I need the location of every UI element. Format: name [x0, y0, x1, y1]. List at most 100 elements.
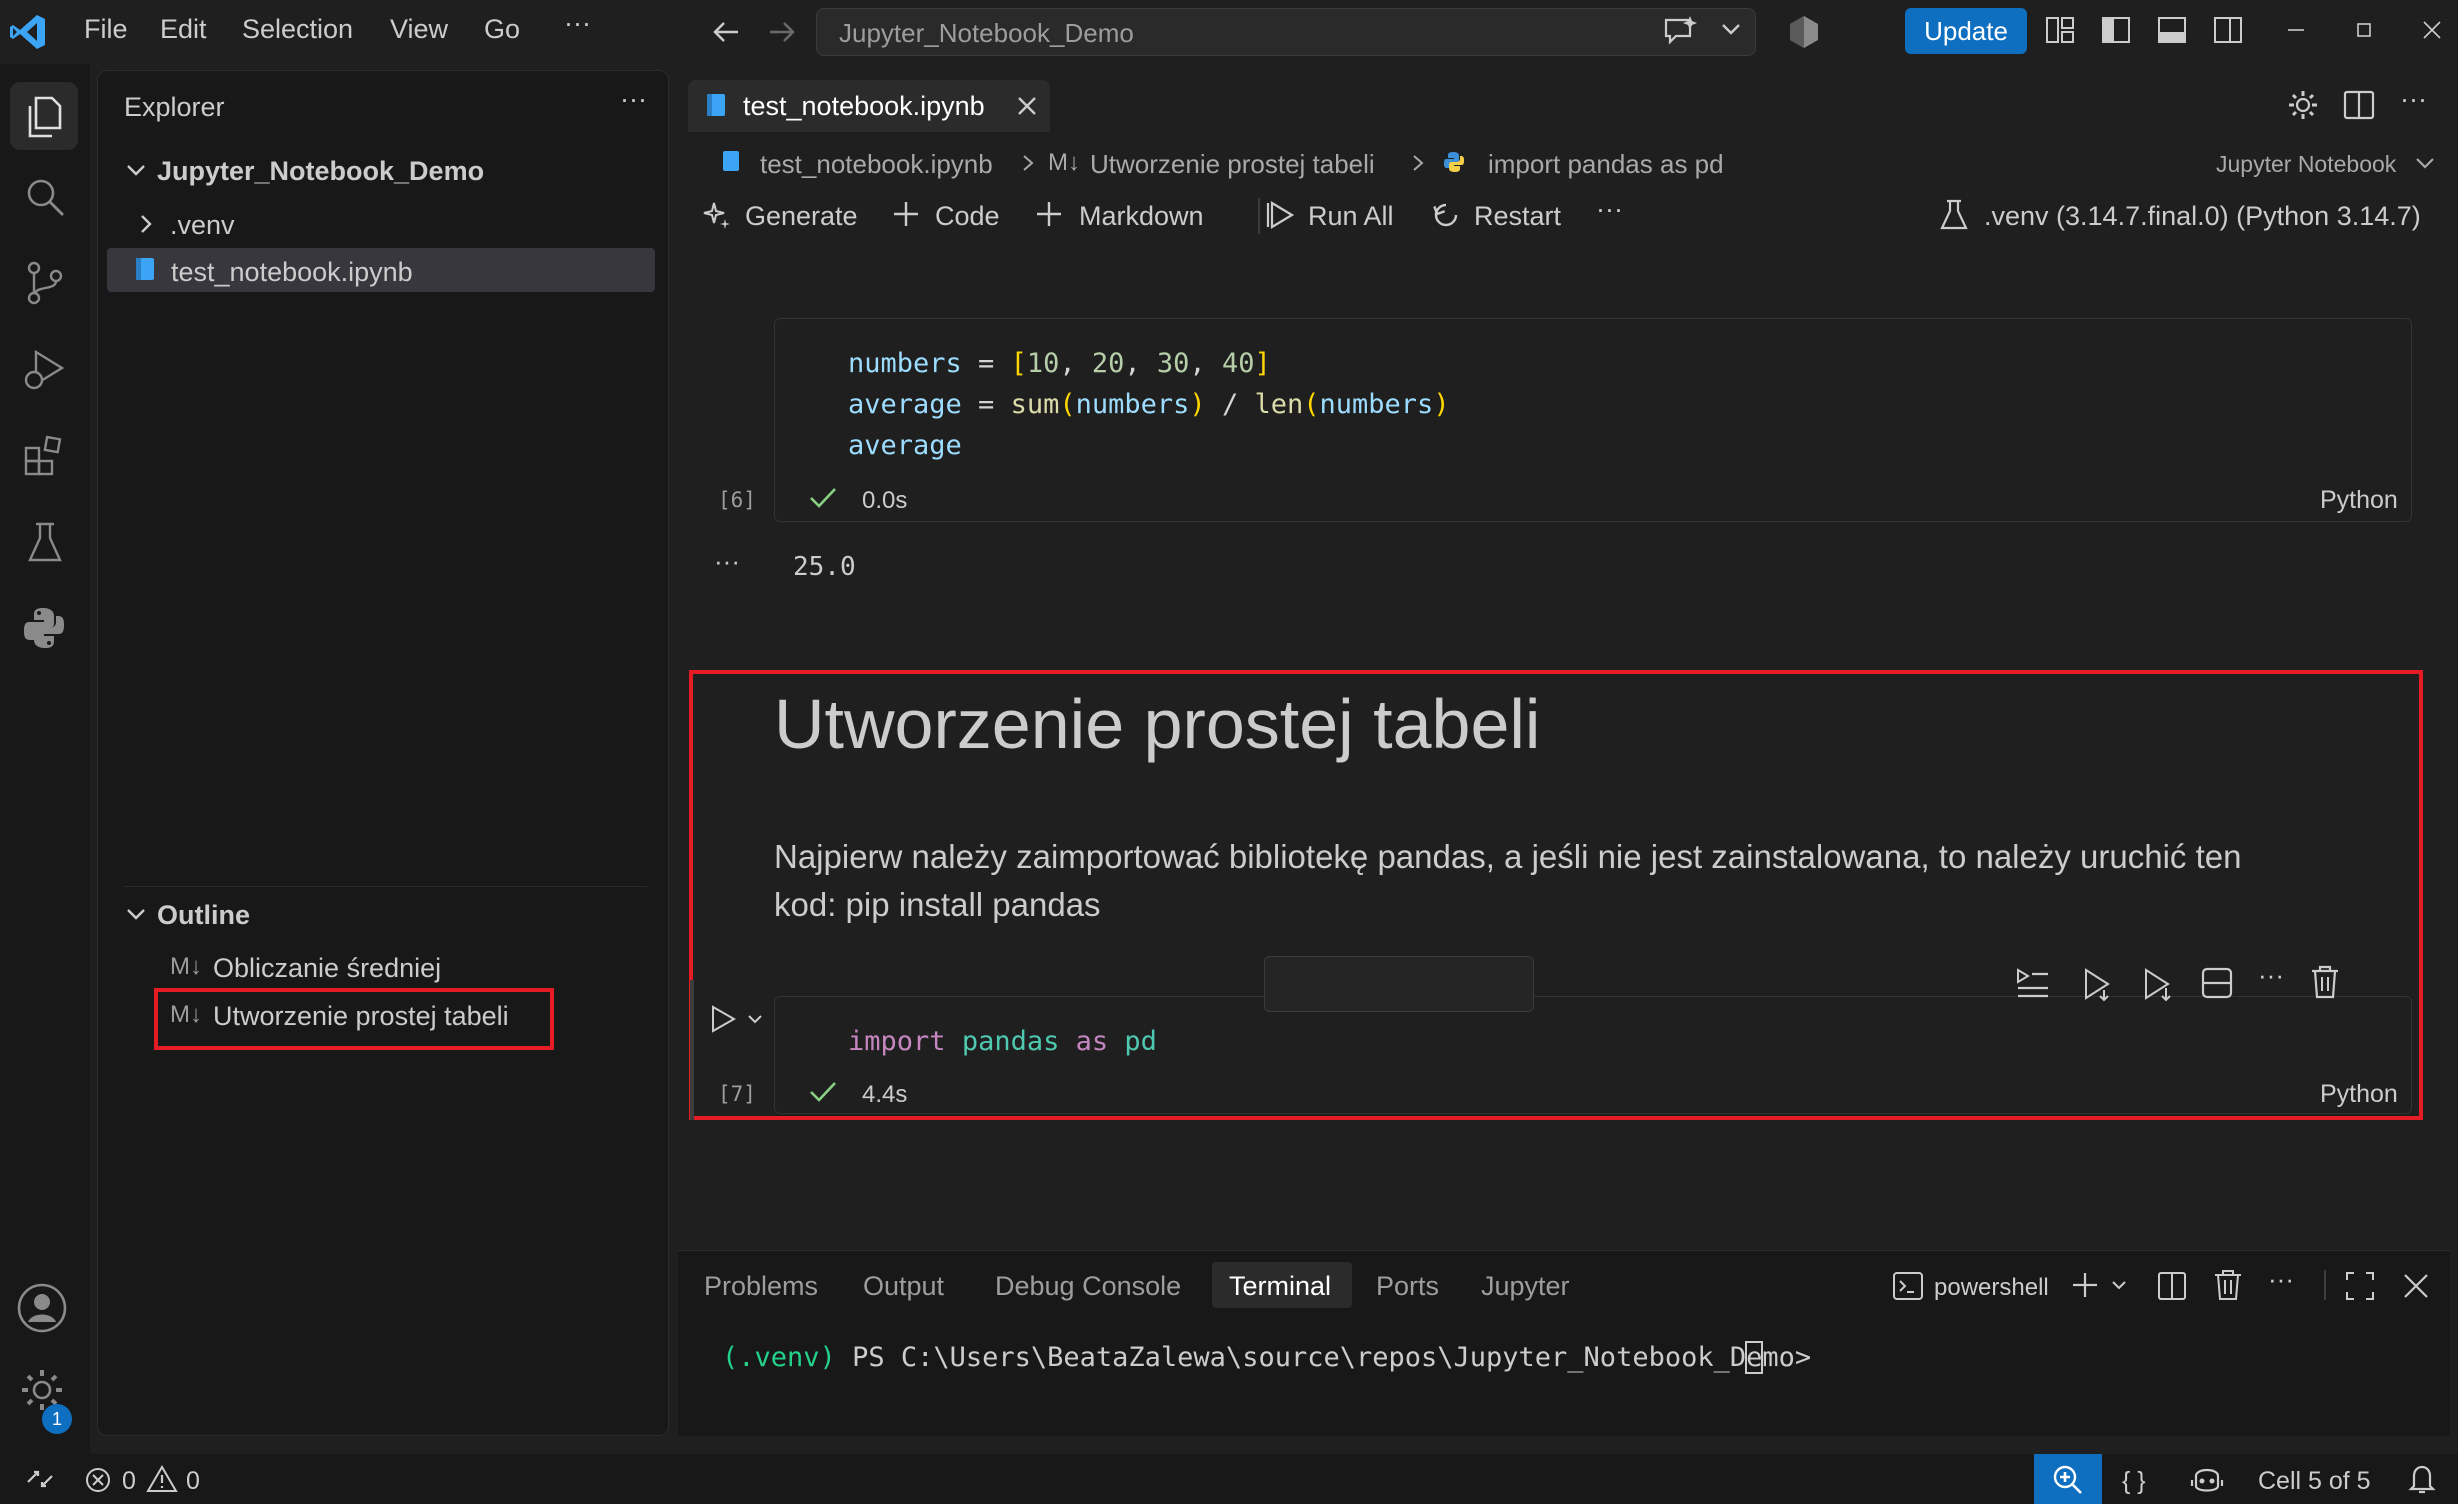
execute-above-icon[interactable]: [2014, 964, 2052, 1002]
workspace-folder-name[interactable]: Jupyter_Notebook_Demo: [157, 156, 484, 187]
menu-selection[interactable]: Selection: [242, 14, 353, 45]
terminal-prompt-start: PS C:\Users\BeataZalewa\source\repos\Jup…: [852, 1342, 1747, 1373]
run-options-chevron-down-icon[interactable]: [746, 1010, 764, 1028]
source-control-icon[interactable]: [24, 260, 66, 306]
command-center-search[interactable]: Jupyter_Notebook_Demo: [816, 8, 1756, 56]
chevron-down-icon[interactable]: [1720, 18, 1742, 40]
breadcrumb-python-icon: [1442, 150, 1466, 174]
delete-cell-trash-icon[interactable]: [2308, 964, 2342, 1000]
split-cell-icon[interactable]: [2200, 966, 2234, 1000]
zoom-status-button[interactable]: [2034, 1454, 2102, 1504]
files-icon: [26, 96, 64, 138]
toggle-panel-icon[interactable]: [2156, 14, 2188, 46]
minimize-icon[interactable]: [2284, 18, 2308, 42]
close-panel-icon[interactable]: [2400, 1270, 2432, 1302]
maximize-panel-icon[interactable]: [2344, 1270, 2376, 1302]
add-markdown-cell-button[interactable]: Markdown: [1079, 201, 1204, 232]
account-icon[interactable]: [16, 1282, 68, 1334]
cell-more-button[interactable]: ···: [2258, 960, 2284, 991]
panel-tab-jupyter[interactable]: Jupyter: [1481, 1271, 1570, 1302]
notebook-toolbar-more[interactable]: ···: [1596, 194, 1623, 225]
run-all-icon: [1264, 199, 1296, 231]
menu-view[interactable]: View: [390, 14, 448, 45]
forward-arrow-icon[interactable]: [766, 16, 798, 48]
panel-tab-debug-console[interactable]: Debug Console: [995, 1271, 1181, 1302]
toggle-secondary-sidebar-icon[interactable]: [2212, 14, 2244, 46]
python-icon[interactable]: [20, 604, 68, 652]
extensions-icon[interactable]: [22, 434, 68, 480]
breadcrumb-file[interactable]: test_notebook.ipynb: [760, 149, 993, 180]
editor-more-button[interactable]: ···: [2400, 84, 2427, 115]
generate-button[interactable]: Generate: [745, 201, 858, 232]
panel-tab-terminal[interactable]: Terminal: [1229, 1271, 1331, 1302]
search-icon[interactable]: [24, 176, 66, 218]
generate-sparkle-icon: [702, 200, 732, 230]
outline-title[interactable]: Outline: [157, 900, 250, 931]
notebook-type-label[interactable]: Jupyter Notebook: [2216, 151, 2396, 178]
breadcrumb-cell[interactable]: import pandas as pd: [1488, 149, 1724, 180]
terminal-shell-name[interactable]: powershell: [1934, 1274, 2049, 1302]
close-tab-icon[interactable]: [1013, 92, 1041, 120]
panel-more-button[interactable]: ···: [2268, 1264, 2294, 1295]
chevron-down-icon[interactable]: [2110, 1276, 2128, 1294]
split-terminal-icon[interactable]: [2156, 1270, 2188, 1302]
menu-edit[interactable]: Edit: [160, 14, 207, 45]
breadcrumb-markdown-icon: M↓: [1048, 149, 1080, 176]
run-debug-icon[interactable]: [22, 346, 68, 392]
code-line-1: numbers = [10, 20, 30, 40]: [848, 348, 1271, 379]
terminal-line[interactable]: (.venv) PS C:\Users\BeataZalewa\source\r…: [722, 1341, 1811, 1374]
warning-count[interactable]: 0: [186, 1467, 200, 1496]
markdown-paragraph-line2: kod: pip install pandas: [774, 886, 1101, 923]
kernel-picker[interactable]: .venv (3.14.7.final.0) (Python 3.14.7): [1984, 201, 2421, 232]
output-more-button[interactable]: ···: [714, 546, 740, 577]
panel-tab-ports[interactable]: Ports: [1376, 1271, 1439, 1302]
copilot-status-icon[interactable]: [2190, 1462, 2224, 1496]
panel-tab-problems[interactable]: Problems: [704, 1271, 818, 1302]
menu-go[interactable]: Go: [484, 14, 520, 45]
errors-icon[interactable]: [84, 1466, 112, 1494]
explorer-activity-button[interactable]: [10, 82, 78, 150]
split-editor-icon[interactable]: [2342, 88, 2376, 122]
chevron-down-icon[interactable]: [2414, 152, 2436, 174]
outline-item-utworzenie[interactable]: Utworzenie prostej tabeli: [213, 1001, 509, 1032]
close-window-icon[interactable]: [2418, 16, 2446, 44]
folder-chevron-down-icon[interactable]: [124, 158, 148, 182]
outline-chevron-down-icon[interactable]: [124, 902, 148, 926]
cell-language-6[interactable]: Python: [2320, 486, 2398, 515]
restart-button[interactable]: Restart: [1474, 201, 1561, 232]
execute-cell-and-below-icon[interactable]: [2080, 966, 2116, 1002]
chat-sparkle-icon[interactable]: [1662, 14, 1698, 48]
execution-count-7: [7]: [718, 1082, 756, 1106]
breadcrumb-section[interactable]: Utworzenie prostej tabeli: [1090, 149, 1375, 180]
cell-language-7[interactable]: Python: [2320, 1080, 2398, 1109]
outline-item-obliczanie[interactable]: Obliczanie średniej: [213, 953, 441, 984]
warnings-icon[interactable]: [146, 1464, 178, 1494]
run-cell-play-icon[interactable]: [708, 1004, 738, 1034]
toggle-primary-sidebar-icon[interactable]: [2100, 14, 2132, 46]
notebook-settings-gear-icon[interactable]: [2286, 88, 2320, 122]
remote-connection-icon[interactable]: [24, 1464, 56, 1494]
error-count[interactable]: 0: [122, 1467, 136, 1496]
copilot-icon[interactable]: [1786, 14, 1822, 50]
maximize-icon[interactable]: [2352, 18, 2376, 42]
back-arrow-icon[interactable]: [710, 16, 742, 48]
kill-terminal-trash-icon[interactable]: [2212, 1268, 2244, 1302]
tree-item-venv[interactable]: .venv: [170, 210, 235, 241]
plus-icon: [1034, 199, 1064, 229]
testing-flask-icon[interactable]: [24, 520, 66, 566]
new-terminal-plus-icon[interactable]: [2070, 1270, 2100, 1300]
cell-position[interactable]: Cell 5 of 5: [2258, 1467, 2371, 1496]
add-code-cell-button[interactable]: Code: [935, 201, 1000, 232]
cell-toolbar: [1264, 956, 1534, 1012]
execute-cell-icon[interactable]: [2140, 966, 2176, 1002]
menu-file[interactable]: File: [84, 14, 128, 45]
language-braces-icon[interactable]: { }: [2122, 1467, 2146, 1496]
run-all-button[interactable]: Run All: [1308, 201, 1394, 232]
notifications-bell-icon[interactable]: [2406, 1462, 2438, 1496]
venv-chevron-right-icon[interactable]: [136, 212, 156, 236]
customize-layout-icon[interactable]: [2044, 14, 2076, 46]
explorer-more-button[interactable]: ···: [620, 84, 647, 115]
panel-tab-output[interactable]: Output: [863, 1271, 944, 1302]
menu-more[interactable]: ···: [564, 8, 591, 39]
update-button[interactable]: Update: [1905, 8, 2027, 54]
